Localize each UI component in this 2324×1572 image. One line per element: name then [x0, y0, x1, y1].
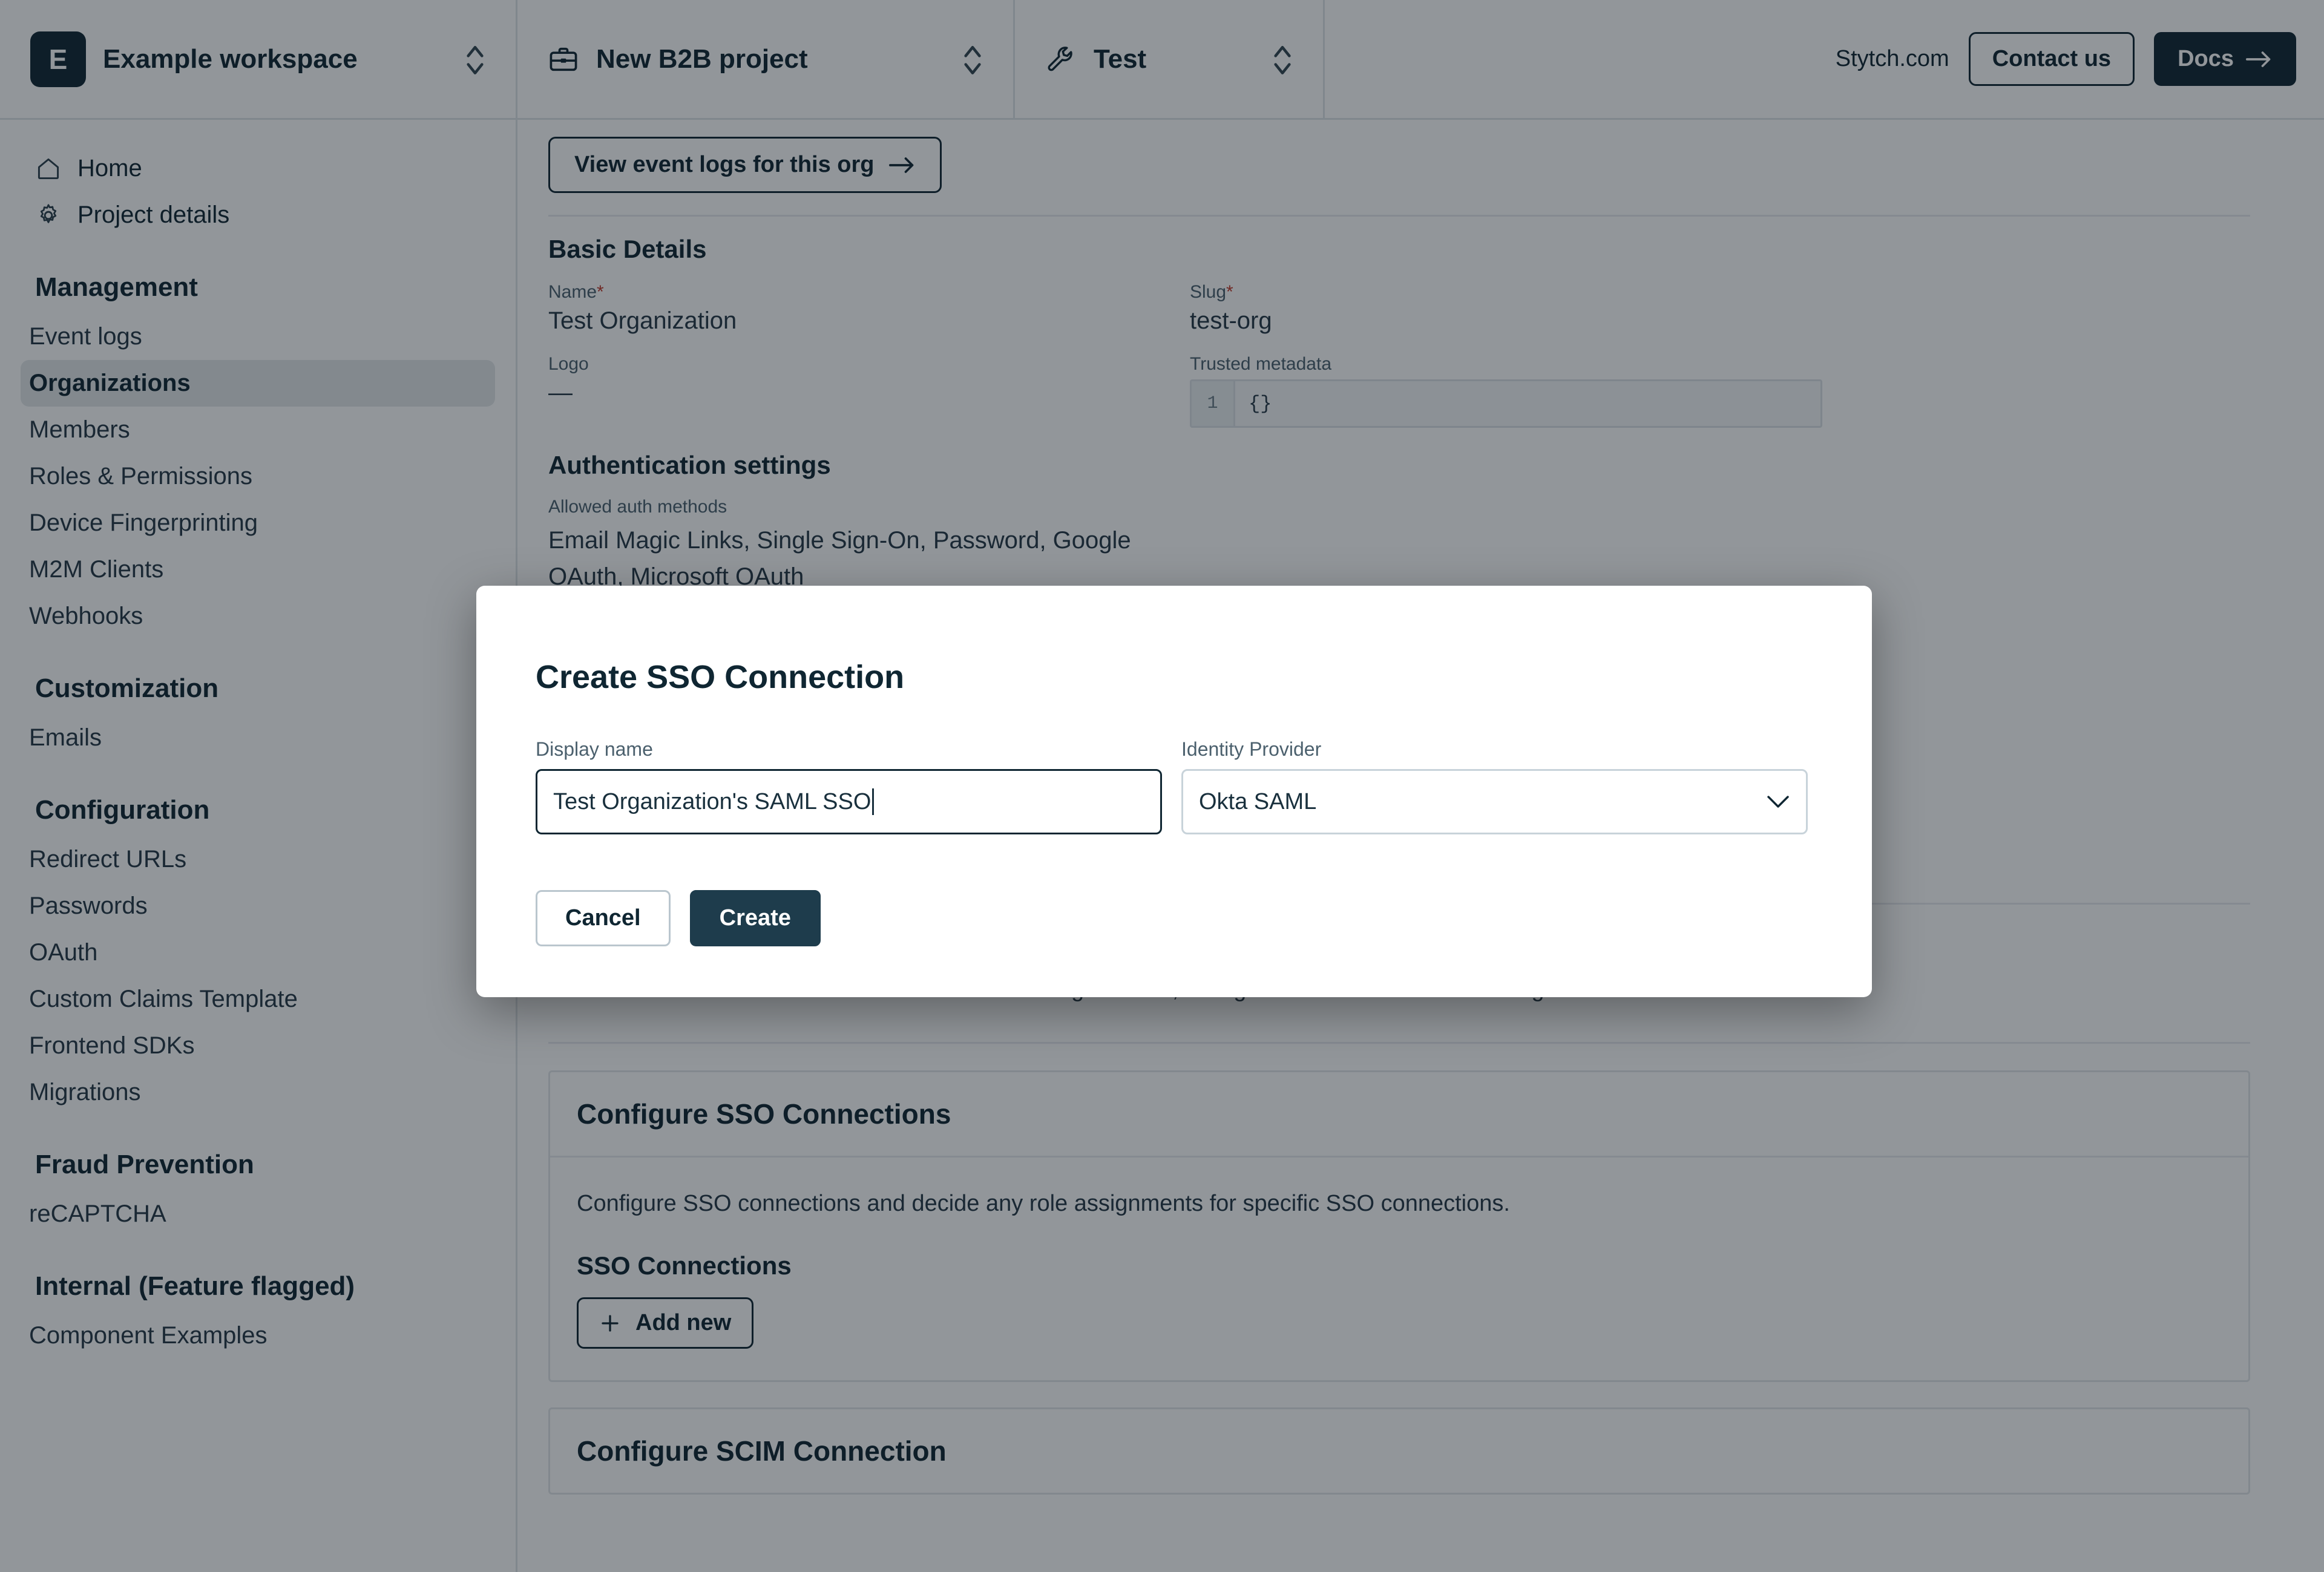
- display-name-field-group: Display name Test Organization's SAML SS…: [536, 738, 1162, 834]
- text-caret: [872, 788, 874, 815]
- identity-provider-field-group: Identity Provider Okta SAML: [1181, 738, 1808, 834]
- display-name-label: Display name: [536, 738, 1162, 761]
- identity-provider-value: Okta SAML: [1199, 789, 1316, 815]
- identity-provider-select[interactable]: Okta SAML: [1181, 769, 1808, 834]
- cancel-button[interactable]: Cancel: [536, 890, 671, 946]
- display-name-value: Test Organization's SAML SSO: [553, 789, 871, 815]
- create-button[interactable]: Create: [690, 890, 821, 946]
- dialog-actions: Cancel Create: [536, 890, 1813, 946]
- app-root: E Example workspace New B2B project: [0, 0, 2324, 1572]
- identity-provider-label: Identity Provider: [1181, 738, 1808, 761]
- create-sso-connection-dialog: Create SSO Connection Display name Test …: [476, 586, 1872, 997]
- dialog-title: Create SSO Connection: [536, 658, 1813, 696]
- display-name-input[interactable]: Test Organization's SAML SSO: [536, 769, 1162, 834]
- chevron-down-icon: [1766, 794, 1790, 810]
- dialog-fields: Display name Test Organization's SAML SS…: [536, 738, 1813, 834]
